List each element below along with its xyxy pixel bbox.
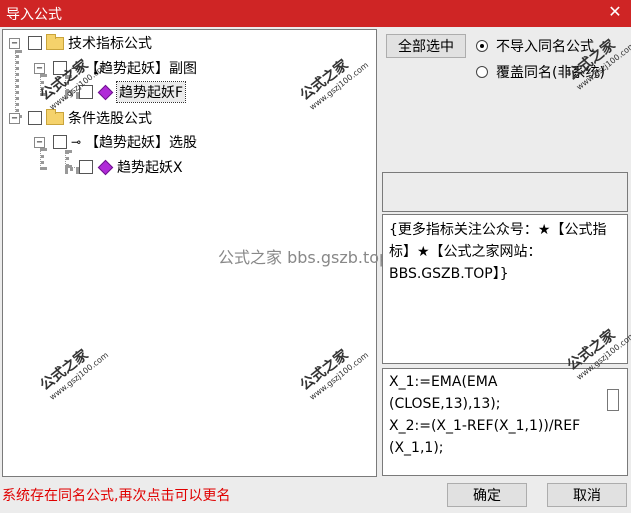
code-line: (CLOSE,13),13); [389,396,501,412]
code-text: X_1:=EMA(EMA (CLOSE,13),13); X_2:=(X_1-R… [383,369,627,461]
tree-leaf-label: 趋势起妖F [115,81,187,103]
description-text: {更多指标关注公众号：★【公式指标】★【公式之家网站：BBS.GSZB.TOP】… [389,222,607,282]
checkbox[interactable] [28,36,42,50]
tree-group-label: 条件选股公式 [68,111,152,127]
title-bar: 导入公式 ✕ [0,0,631,27]
checkbox[interactable] [79,160,93,174]
folder-icon [46,108,64,125]
tree-leaf-label: 趋势起妖X [117,160,183,176]
collapse-icon[interactable]: − [34,62,45,74]
watermark: 公式之家 www.gszj100.com [297,339,372,404]
radio-dot[interactable] [476,66,488,78]
watermark-center: 公式之家 bbs.gszb.top [218,248,390,267]
radio-no-import-label: 不导入同名公式 [496,39,594,55]
code-panel[interactable]: X_1:=EMA(EMA (CLOSE,13),13); X_2:=(X_1-R… [382,368,628,476]
key-icon: ⊸ [71,135,82,149]
radio-dot[interactable] [476,40,488,52]
formula-gem-icon [97,159,114,175]
window-title: 导入公式 [6,7,62,23]
radio-no-import[interactable]: 不导入同名公式 [476,36,594,56]
tree-node-formula[interactable]: − ⊸ 【趋势起妖】选股 [34,133,197,151]
watermark: 公式之家 www.gszj100.com [297,49,372,114]
tree-node-group[interactable]: − 技术指标公式 [9,33,152,52]
status-message: 系统存在同名公式,再次点击可以更名 [2,488,231,504]
checkbox[interactable] [28,111,42,125]
tree-node-leaf[interactable]: 趋势起妖X [79,158,183,176]
tree-line [15,50,19,118]
code-line: (X_1,1); [389,440,444,456]
watermark: 公式之家 www.gszj100.com [37,339,112,404]
tree-group-label: 技术指标公式 [68,36,152,52]
tree-node-group[interactable]: − 条件选股公式 [9,108,152,127]
empty-panel [382,172,628,212]
select-all-button[interactable]: 全部选中 [386,34,466,58]
checkbox[interactable] [53,135,67,149]
cancel-button[interactable]: 取消 [547,483,627,507]
close-icon[interactable]: ✕ [605,2,625,22]
collapse-icon[interactable]: − [9,112,20,124]
ok-button[interactable]: 确定 [447,483,527,507]
tree-line [40,148,44,170]
tree-formula-label: 【趋势起妖】选股 [85,135,198,151]
tree-node-leaf[interactable]: 趋势起妖F [79,81,187,103]
tree-line [65,150,69,168]
scrollbar-thumb[interactable] [607,389,619,411]
formula-gem-icon [97,84,114,100]
tree-line [65,167,79,171]
code-line: X_2:=(X_1-REF(X_1,1))/REF [389,418,581,434]
collapse-icon[interactable]: − [34,136,45,148]
collapse-icon[interactable]: − [9,37,20,49]
folder-icon [46,33,64,50]
